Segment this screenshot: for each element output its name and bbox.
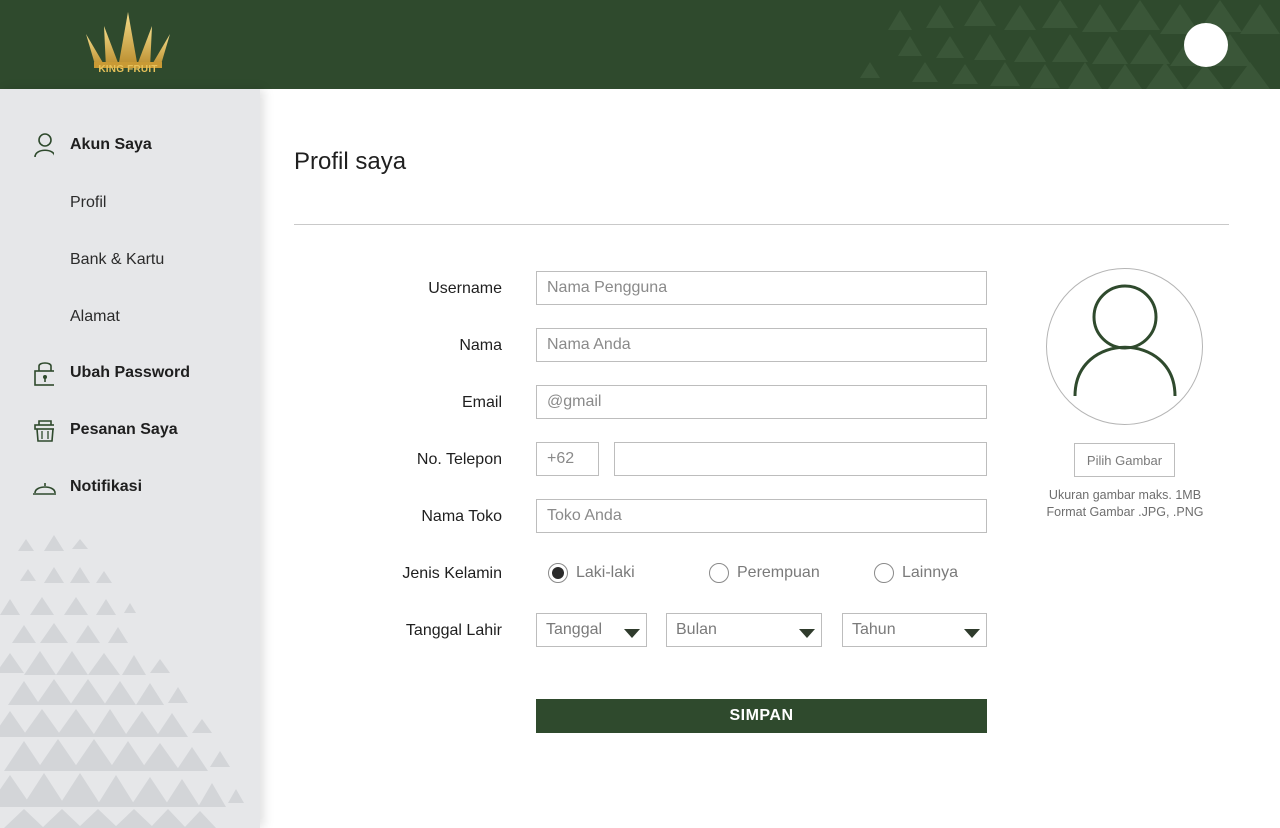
email-label: Email bbox=[461, 394, 502, 411]
radio-label: Lainnya bbox=[902, 564, 959, 581]
bell-icon bbox=[30, 474, 60, 500]
radio-circle bbox=[709, 563, 729, 583]
sidebar: Akun Saya Profil Bank & Kartu Alamat Uba… bbox=[0, 89, 260, 828]
email-input[interactable] bbox=[536, 385, 987, 419]
birth-year-select[interactable]: Tahun bbox=[842, 613, 987, 647]
save-button[interactable]: SIMPAN bbox=[536, 699, 987, 733]
select-value: Bulan bbox=[676, 621, 717, 638]
sidebar-item-label: Pesanan Saya bbox=[70, 421, 178, 438]
header-avatar[interactable] bbox=[1184, 23, 1228, 67]
radio-label: Laki-laki bbox=[576, 564, 635, 581]
gender-radio-female[interactable]: Perempuan bbox=[709, 563, 820, 583]
sidebar-item-pesanan-saya[interactable]: Pesanan Saya bbox=[30, 417, 178, 443]
king-fruit-logo[interactable]: KING FRUIT bbox=[84, 12, 172, 80]
sidebar-item-profil[interactable]: Profil bbox=[70, 194, 106, 212]
sidebar-item-notifikasi[interactable]: Notifikasi bbox=[30, 474, 142, 500]
logo-text: KING FRUIT bbox=[98, 64, 158, 75]
basket-icon bbox=[30, 417, 60, 443]
sidebar-item-akun-saya[interactable]: Akun Saya bbox=[30, 132, 152, 158]
store-name-label: Nama Toko bbox=[421, 508, 502, 525]
birth-day-select[interactable]: Tanggal bbox=[536, 613, 647, 647]
image-size-hint: Ukuran gambar maks. 1MB bbox=[1048, 488, 1202, 502]
profile-photo bbox=[1046, 268, 1203, 425]
page-title: Profil saya bbox=[294, 148, 407, 175]
phone-prefix: +62 bbox=[536, 442, 599, 476]
image-format-hint: Format Gambar .JPG, .PNG bbox=[1046, 505, 1204, 519]
username-label: Username bbox=[428, 280, 502, 297]
title-divider bbox=[294, 224, 1229, 225]
sidebar-item-ubah-password[interactable]: Ubah Password bbox=[30, 360, 190, 386]
radio-label: Perempuan bbox=[737, 564, 820, 581]
gender-radio-other[interactable]: Lainnya bbox=[874, 563, 958, 583]
birth-month-select[interactable]: Bulan bbox=[666, 613, 822, 647]
top-header: KING FRUIT bbox=[0, 0, 1280, 89]
username-input[interactable] bbox=[536, 271, 987, 305]
chevron-down-icon bbox=[624, 629, 640, 638]
gender-radio-male[interactable]: Laki-laki bbox=[548, 563, 635, 583]
sidebar-item-label: Ubah Password bbox=[70, 364, 191, 381]
chevron-down-icon bbox=[799, 629, 815, 638]
store-name-input[interactable] bbox=[536, 499, 987, 533]
sidebar-item-bank-kartu[interactable]: Bank & Kartu bbox=[70, 251, 164, 269]
choose-image-button[interactable]: Pilih Gambar bbox=[1074, 443, 1175, 477]
radio-circle bbox=[548, 563, 568, 583]
sidebar-item-label: Notifikasi bbox=[70, 478, 143, 495]
user-icon bbox=[30, 132, 60, 158]
select-value: Tanggal bbox=[546, 621, 603, 638]
lock-icon bbox=[30, 360, 60, 386]
gender-label: Jenis Kelamin bbox=[402, 565, 502, 582]
radio-circle bbox=[874, 563, 894, 583]
crown-icon bbox=[86, 12, 170, 68]
phone-label: No. Telepon bbox=[416, 451, 502, 468]
name-input[interactable] bbox=[536, 328, 987, 362]
sidebar-item-alamat[interactable]: Alamat bbox=[70, 308, 120, 326]
select-value: Tahun bbox=[852, 621, 896, 638]
sidebar-item-label: Akun Saya bbox=[70, 136, 152, 153]
phone-input[interactable] bbox=[614, 442, 987, 476]
birthdate-label: Tanggal Lahir bbox=[405, 622, 502, 639]
name-label: Nama bbox=[459, 337, 502, 354]
triangle-pattern bbox=[0, 535, 244, 828]
radio-selected-dot bbox=[552, 567, 564, 579]
user-placeholder-icon bbox=[1073, 284, 1177, 397]
chevron-down-icon bbox=[964, 629, 980, 638]
